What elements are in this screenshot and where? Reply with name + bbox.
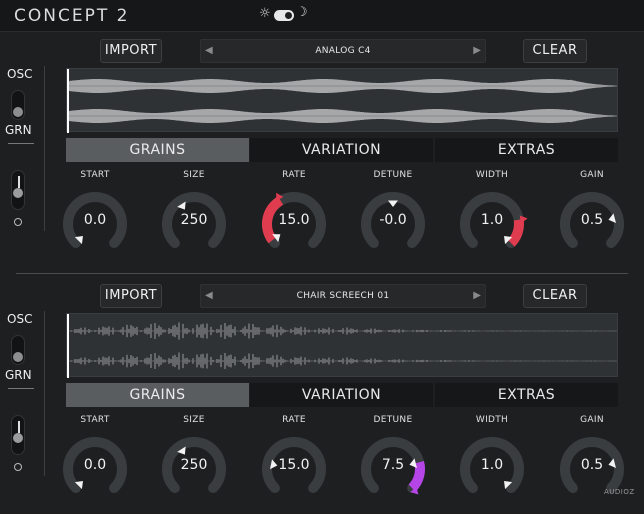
slider-knob[interactable] [13,433,23,443]
knob-label: RATE [282,415,306,425]
osc-grn-switch[interactable] [11,90,25,120]
tab-bar: GRAINS VARIATION EXTRAS [66,138,618,164]
knob-width[interactable]: WIDTH 1.0 [452,170,532,270]
import-button[interactable]: IMPORT [100,39,162,63]
knob-rate[interactable]: RATE 15.0 [254,170,334,270]
slider-bar [18,176,20,188]
tab-variation[interactable]: VARIATION [250,138,433,162]
knob-detune[interactable]: DETUNE -0.0 [353,170,433,270]
knob-start[interactable]: START 0.0 [55,415,135,514]
tab-variation[interactable]: VARIATION [250,383,433,407]
playhead-marker[interactable] [67,69,69,133]
knob-value: 0.5 [580,212,604,228]
knob-gain[interactable]: GAIN 0.5 [552,415,632,514]
mode-switch-area: OSC GRN [0,311,45,481]
tab-bar: GRAINS VARIATION EXTRAS [66,383,618,409]
waveform-svg [69,79,617,123]
knob-label: GAIN [580,415,604,425]
knob-size[interactable]: SIZE 250 [154,170,234,270]
knob-label: WIDTH [475,415,509,425]
next-sample-icon[interactable]: ▶ [473,45,481,56]
knob-value: 250 [180,457,208,473]
sample-selector[interactable]: ◀ ANALOG C4 ▶ [200,39,486,63]
mode-switch-area: OSC GRN [0,66,45,236]
osc-grn-switch[interactable] [11,335,25,365]
tab-extras[interactable]: EXTRAS [435,138,618,162]
theme-switch[interactable] [274,10,294,21]
knob-width[interactable]: WIDTH 1.0 [452,415,532,514]
knob-label: DETUNE [373,415,413,425]
grn-label: GRN [5,123,32,137]
tab-grains[interactable]: GRAINS [66,138,249,162]
knob-value: 250 [180,212,208,228]
sample-name: CHAIR SCREECH 01 [296,291,390,301]
waveform-display[interactable] [66,313,618,378]
knob-rate[interactable]: RATE 15.0 [254,415,334,514]
knob-value: 7.5 [381,457,405,473]
clear-button[interactable]: CLEAR [523,284,587,308]
theme-switch-knob [285,12,292,19]
clear-button[interactable]: CLEAR [523,39,587,63]
sample-name: ANALOG C4 [315,46,371,56]
knob-detune[interactable]: DETUNE 7.5 [353,415,433,514]
knob-gain[interactable]: GAIN 0.5 [552,170,632,270]
knob-value: 0.0 [83,212,107,228]
grain-panel-2: IMPORT ◀ CHAIR SCREECH 01 ▶ CLEAR OSC GR… [0,277,644,514]
knob-label: START [80,415,110,425]
side-divider [8,388,34,389]
knob-label: SIZE [183,170,205,180]
app-logo: CONCEPT 2 [14,6,130,26]
panel-divider [16,273,628,274]
knob-label: SIZE [183,415,205,425]
switch-knob [13,107,23,117]
next-sample-icon[interactable]: ▶ [473,290,481,301]
grn-label: GRN [5,368,32,382]
waveform-shape [69,322,617,370]
knob-value: -0.0 [379,212,407,228]
slider-knob[interactable] [13,188,23,198]
side-divider [8,143,34,144]
knob-label: DETUNE [373,170,413,180]
playhead-marker[interactable] [67,314,69,378]
osc-label: OSC [7,67,33,81]
knob-label: WIDTH [475,170,509,180]
prev-sample-icon[interactable]: ◀ [205,45,213,56]
import-button[interactable]: IMPORT [100,284,162,308]
knob-value: 15.0 [278,457,310,473]
knob-label: START [80,170,110,180]
moon-icon: ☽ [296,5,308,20]
osc-label: OSC [7,312,33,326]
sample-selector[interactable]: ◀ CHAIR SCREECH 01 ▶ [200,284,486,308]
switch-knob [13,352,23,362]
mini-slider[interactable] [11,415,25,455]
prev-sample-icon[interactable]: ◀ [205,290,213,301]
grain-panel-1: IMPORT ◀ ANALOG C4 ▶ CLEAR OSC GRN GRAIN… [0,32,644,272]
waveform-shape [69,79,617,123]
knob-value: 0.0 [83,457,107,473]
knob-value: 15.0 [278,212,310,228]
power-circle-icon[interactable] [14,218,22,226]
tab-grains[interactable]: GRAINS [66,383,249,407]
mini-slider[interactable] [11,170,25,210]
slider-bar [18,421,20,433]
side-vertical-line [44,311,45,476]
sun-icon: ☼ [259,6,271,21]
theme-toggle[interactable]: ☼ ☽ [259,5,315,24]
waveform-svg [69,322,617,370]
knob-size[interactable]: SIZE 250 [154,415,234,514]
waveform-display[interactable] [66,68,618,133]
tab-extras[interactable]: EXTRAS [435,383,618,407]
knob-value: 1.0 [480,212,504,228]
watermark-text: AUDIOZ [604,488,635,496]
knob-value: 0.5 [580,457,604,473]
knob-label: RATE [282,170,306,180]
knob-start[interactable]: START 0.0 [55,170,135,270]
knob-value: 1.0 [480,457,504,473]
power-circle-icon[interactable] [14,463,22,471]
title-bar: CONCEPT 2 ☼ ☽ [0,0,644,32]
knob-label: GAIN [580,170,604,180]
side-vertical-line [44,66,45,231]
